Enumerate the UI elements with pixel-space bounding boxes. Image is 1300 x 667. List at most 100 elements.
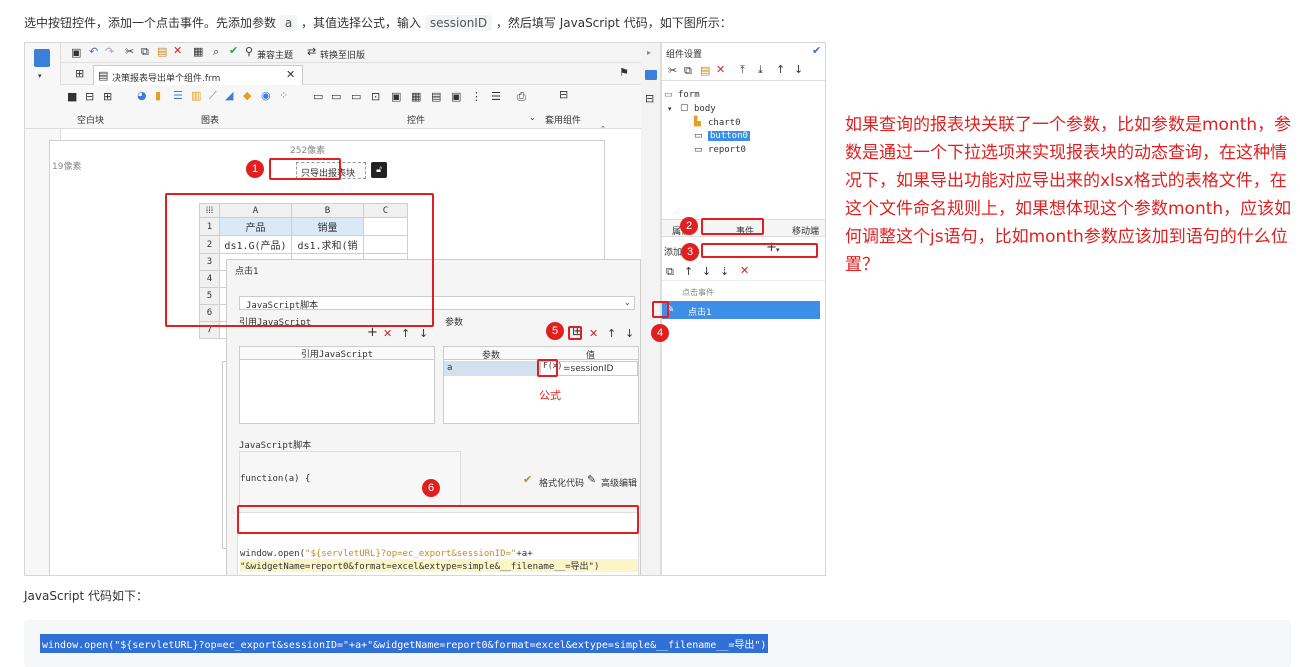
check-icon[interactable]: ✔: [229, 45, 238, 57]
reuse-icon[interactable]: ⊟: [559, 89, 568, 101]
ref-delete-icon[interactable]: ✕: [383, 328, 392, 340]
move-top-icon[interactable]: ⤒: [740, 64, 745, 76]
event-up-icon[interactable]: ↑: [684, 266, 693, 278]
annotation-box-code: [237, 505, 639, 534]
code-token-string1: "${servletURL}?op=ec_export&sessionID=": [305, 549, 517, 559]
panel-title: 组件设置: [666, 50, 703, 60]
bar-chart-icon[interactable]: ▮: [155, 90, 161, 102]
tree-button0[interactable]: button0: [708, 131, 750, 141]
ref-up-icon[interactable]: ↑: [401, 328, 410, 340]
gauge-chart-icon[interactable]: ◉: [261, 90, 271, 102]
move-up-icon[interactable]: ↑: [776, 64, 785, 76]
file-icon[interactable]: [34, 49, 50, 67]
tab-file[interactable]: ▤ 决策报表导出单个组件.frm ✕: [93, 65, 303, 85]
tree-expand-icon[interactable]: ▾: [668, 103, 672, 115]
theme-icon[interactable]: ⚲: [245, 46, 253, 58]
ref-add-icon[interactable]: +: [367, 326, 378, 339]
param-delete-icon[interactable]: ✕: [589, 328, 598, 340]
control-icon-11[interactable]: ⎙: [517, 91, 526, 103]
control-icon-6[interactable]: ▦: [411, 91, 421, 103]
search-icon[interactable]: ⌕: [213, 46, 219, 58]
badge-1: 1: [246, 160, 264, 178]
area-chart-icon[interactable]: ◢: [225, 90, 233, 102]
panel-delete-icon[interactable]: ✕: [716, 64, 725, 76]
preview-icon[interactable]: ▦: [193, 46, 203, 58]
theme-button[interactable]: 兼容主题: [257, 48, 293, 61]
blank-block-icon-3[interactable]: ⊞: [103, 91, 112, 103]
pin-icon[interactable]: ⚑: [619, 67, 629, 79]
control-icon-1[interactable]: ▭: [313, 91, 323, 103]
tree-chart0[interactable]: chart0: [708, 118, 741, 128]
chevron-up-icon[interactable]: ⌃: [600, 123, 606, 135]
event-down-icon[interactable]: ↓: [702, 266, 711, 278]
tab-mobile[interactable]: 移动端: [792, 224, 819, 237]
redo-icon[interactable]: ↷: [105, 46, 114, 58]
blank-block-icon-1[interactable]: ■: [67, 91, 77, 103]
close-icon[interactable]: ✕: [286, 69, 295, 81]
format-icon[interactable]: ✔: [523, 474, 532, 486]
tree-report0[interactable]: report0: [708, 145, 746, 155]
param-down-icon[interactable]: ↓: [625, 328, 634, 340]
layout-pane-icon[interactable]: ⊟: [645, 93, 654, 105]
control-icon-9[interactable]: ⋮: [471, 91, 482, 103]
confirm-icon[interactable]: ✔: [812, 45, 821, 57]
advanced-edit-icon[interactable]: ✎: [587, 474, 596, 486]
param-up-icon[interactable]: ↑: [607, 328, 616, 340]
hbar-chart-icon[interactable]: ☰: [173, 90, 183, 102]
panel-copy-icon[interactable]: ⧉: [684, 65, 692, 77]
intro-code-sessionid: sessionID: [424, 15, 493, 31]
scatter-chart-icon[interactable]: ⁘: [279, 90, 288, 102]
panel-toolbar: ✂ ⧉ ▤ ✕ ⤒ ⤓ ↑ ↓: [662, 61, 825, 81]
column-chart-icon[interactable]: ▥: [191, 90, 201, 102]
blank-block-icon-2[interactable]: ⊟: [85, 91, 94, 103]
event-sort-icon[interactable]: ⇣: [720, 266, 729, 278]
widget-pane-icon[interactable]: [645, 70, 657, 80]
lock-icon[interactable]: 🔓︎: [371, 162, 387, 178]
copy-icon[interactable]: ⧉: [141, 46, 149, 58]
pie-chart-icon[interactable]: ◕: [137, 90, 147, 102]
move-bottom-icon[interactable]: ⤓: [758, 64, 763, 76]
chart-node-icon: ▙: [694, 117, 701, 127]
tab-title: 决策报表导出单个组件.frm: [112, 74, 221, 84]
control-icon-4[interactable]: ⊡: [371, 91, 380, 103]
control-icon-10[interactable]: ☰: [491, 91, 501, 103]
panel-paste-icon[interactable]: ▤: [700, 65, 710, 77]
move-down-icon[interactable]: ↓: [794, 64, 803, 76]
save-icon[interactable]: ▣: [71, 47, 81, 59]
tabs-row: ⊞ ▤ 决策报表导出单个组件.frm ✕ ⚑: [61, 63, 641, 85]
event-delete-icon[interactable]: ✕: [740, 265, 749, 277]
chevron-down-icon[interactable]: ▾: [38, 70, 42, 82]
widget-settings-panel: 组件设置 ✔ ✂ ⧉ ▤ ✕ ⤒ ⤓ ↑ ↓ ▭ form ▾ ▢ body ▙…: [661, 43, 825, 575]
selected-code[interactable]: window.open("${servletURL}?op=ec_export&…: [40, 634, 769, 653]
code-line-1: window.open("${servletURL}?op=ec_export&…: [240, 549, 638, 559]
chevron-down-icon-select[interactable]: ⌄: [624, 297, 631, 309]
control-icon-5[interactable]: ▣: [391, 91, 401, 103]
control-icon-3[interactable]: ▭: [351, 91, 361, 103]
control-icon-2[interactable]: ▭: [331, 91, 341, 103]
annotation-box-report: [165, 193, 434, 327]
chevron-down-icon-ribbon[interactable]: ⌄: [529, 112, 536, 124]
delete-icon[interactable]: ✕: [173, 45, 182, 57]
intro-code-a: a: [279, 15, 298, 31]
param-name-cell[interactable]: a: [444, 361, 540, 376]
event-item[interactable]: ✎ 点击1: [662, 301, 820, 319]
paste-icon[interactable]: ▤: [157, 46, 167, 58]
advanced-edit-button[interactable]: 高级编辑: [601, 476, 637, 489]
convert-button[interactable]: 转换至旧版: [320, 48, 365, 61]
panel-cut-icon[interactable]: ✂: [668, 65, 677, 77]
annotation-box-formula: [537, 359, 558, 377]
format-code-button[interactable]: 格式化代码: [539, 476, 584, 489]
tree-form[interactable]: form: [678, 90, 700, 100]
ref-down-icon[interactable]: ↓: [419, 328, 428, 340]
chevron-right-icon[interactable]: ▸: [647, 47, 651, 59]
map-chart-icon[interactable]: ◆: [243, 90, 251, 102]
cut-icon[interactable]: ✂: [125, 46, 134, 58]
convert-icon[interactable]: ⇄: [307, 46, 316, 58]
line-chart-icon[interactable]: ⟋: [209, 90, 217, 102]
designer-screenshot: ▾ P 参数 ▣ ↶ ↷ ✂ ⧉ ▤ ✕ ▦ ⌕ ✔ ⚲ 兼容主题 ⇄ 转换至旧…: [24, 42, 826, 576]
control-icon-7[interactable]: ▤: [431, 91, 441, 103]
undo-icon[interactable]: ↶: [89, 46, 98, 58]
event-copy-icon[interactable]: ⧉: [666, 266, 674, 278]
control-icon-8[interactable]: ▣: [451, 91, 461, 103]
tree-body[interactable]: body: [694, 104, 716, 114]
